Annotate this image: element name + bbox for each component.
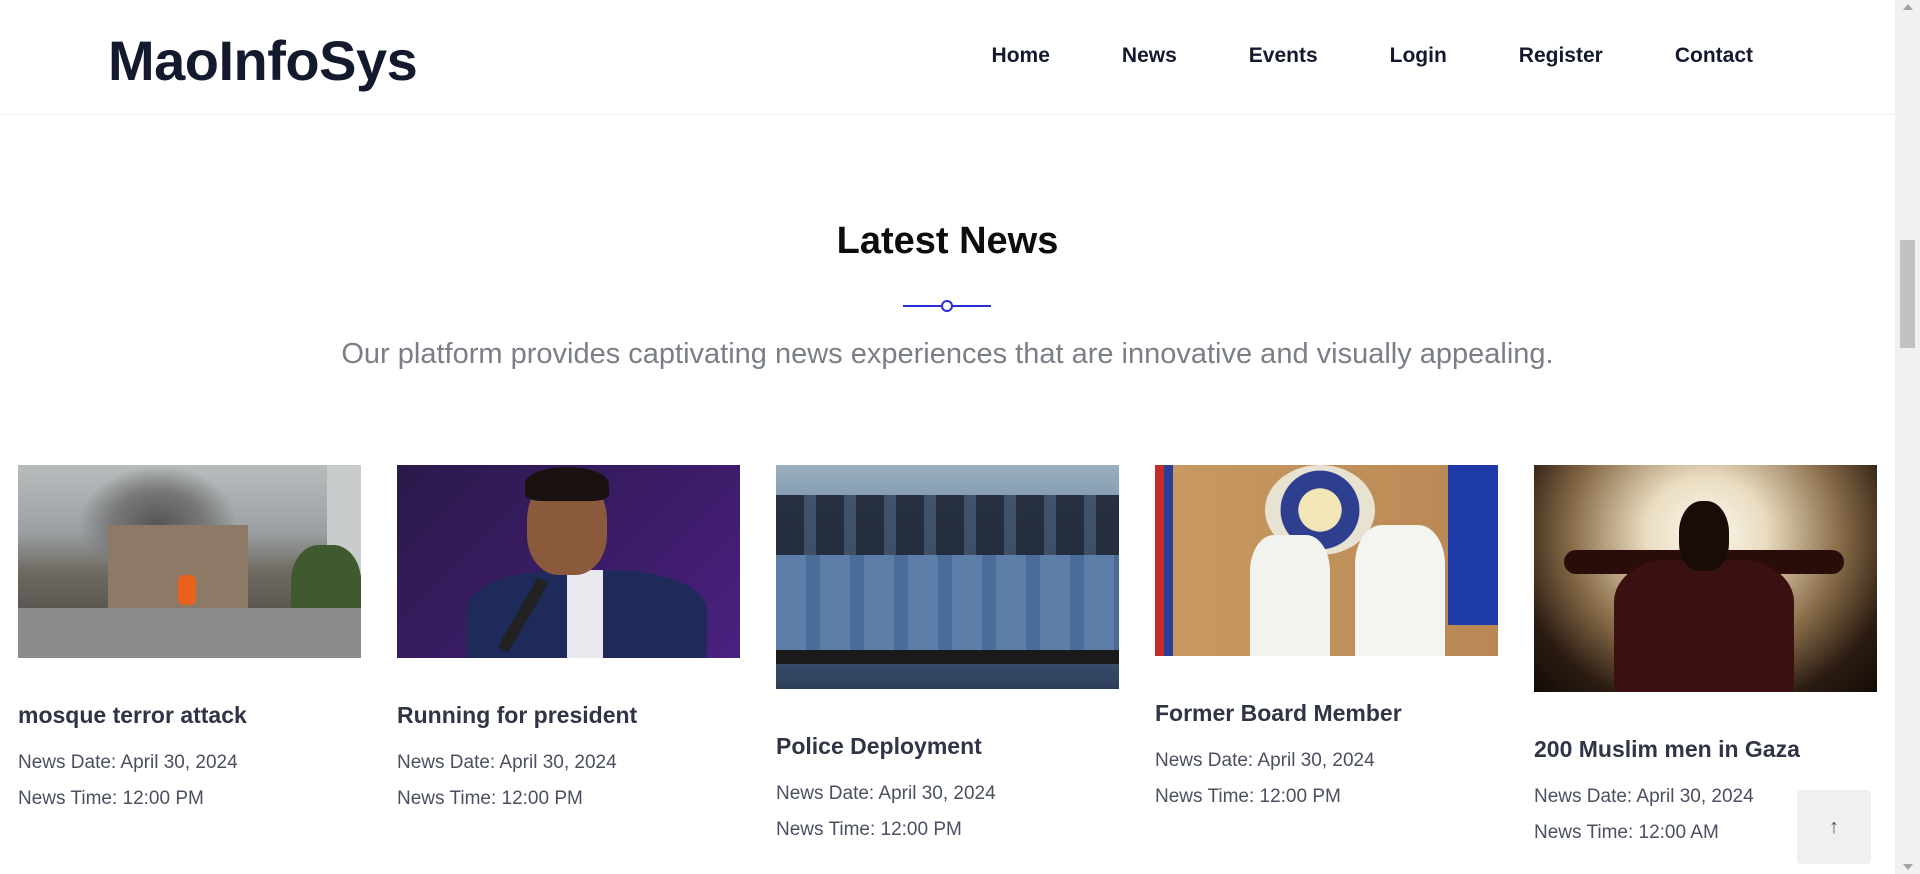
news-time: News Time: 12:00 PM (776, 819, 962, 840)
news-title[interactable]: Former Board Member (1155, 700, 1498, 727)
news-date: News Date: April 30, 2024 (397, 752, 617, 773)
news-date: News Date: April 30, 2024 (18, 752, 238, 773)
news-title[interactable]: Running for president (397, 702, 740, 729)
news-image-mosque-attack[interactable] (18, 465, 361, 658)
section-title: Latest News (836, 220, 1059, 262)
hair-shape (525, 467, 609, 501)
site-header: MaoInfoSys Home News Events Login Regist… (0, 0, 1895, 115)
scrollbar-thumb[interactable] (1900, 240, 1915, 348)
news-image-gaza[interactable] (1534, 465, 1877, 692)
news-card[interactable]: Police Deployment News Date: April 30, 2… (776, 465, 1119, 848)
page-scrollbar[interactable] (1895, 0, 1920, 874)
section-divider (903, 299, 991, 313)
news-card[interactable]: Running for president News Date: April 3… (397, 465, 740, 817)
flag-shape (1448, 465, 1498, 625)
belts-shape (776, 650, 1119, 664)
nav-register-link[interactable]: Register (1519, 44, 1603, 68)
news-image-president[interactable] (397, 465, 740, 658)
section-subtitle: Our platform provides captivating news e… (341, 338, 1554, 370)
news-card[interactable]: mosque terror attack News Date: April 30… (18, 465, 361, 817)
scroll-down-icon[interactable] (1903, 864, 1913, 870)
site-logo[interactable]: MaoInfoSys (108, 28, 418, 93)
divider-dot-icon (941, 300, 953, 312)
news-title[interactable]: Police Deployment (776, 733, 1119, 760)
flag-shape (1155, 465, 1173, 656)
nav-home-link[interactable]: Home (992, 44, 1050, 68)
caps-shape (776, 495, 1119, 555)
fire-shape (178, 575, 196, 605)
news-time: News Time: 12:00 PM (18, 788, 204, 809)
news-image-police[interactable] (776, 465, 1119, 689)
robe-shape (1614, 560, 1794, 692)
news-title[interactable]: mosque terror attack (18, 702, 361, 729)
news-date: News Date: April 30, 2024 (1155, 750, 1375, 771)
news-image-board-member[interactable] (1155, 465, 1498, 656)
person-shape (1355, 525, 1445, 656)
nav-login-link[interactable]: Login (1390, 44, 1447, 68)
news-card[interactable]: Former Board Member News Date: April 30,… (1155, 465, 1498, 815)
uniform-rows-shape (776, 555, 1119, 655)
person-shape (1250, 535, 1330, 656)
scroll-up-icon[interactable] (1903, 4, 1913, 10)
shirt-shape (567, 570, 603, 658)
nav-news-link[interactable]: News (1122, 44, 1177, 68)
back-to-top-button[interactable]: ↑ (1797, 790, 1871, 864)
news-time: News Time: 12:00 PM (397, 788, 583, 809)
figure-shape (1679, 501, 1729, 571)
news-date: News Date: April 30, 2024 (776, 783, 996, 804)
news-time: News Time: 12:00 PM (1155, 786, 1341, 807)
road-shape (18, 608, 361, 658)
news-title[interactable]: 200 Muslim men in Gaza (1534, 736, 1877, 763)
main-nav: Home News Events Login Register Contact (920, 44, 1753, 68)
nav-events-link[interactable]: Events (1249, 44, 1318, 68)
nav-contact-link[interactable]: Contact (1675, 44, 1753, 68)
arrow-up-icon: ↑ (1829, 815, 1839, 838)
